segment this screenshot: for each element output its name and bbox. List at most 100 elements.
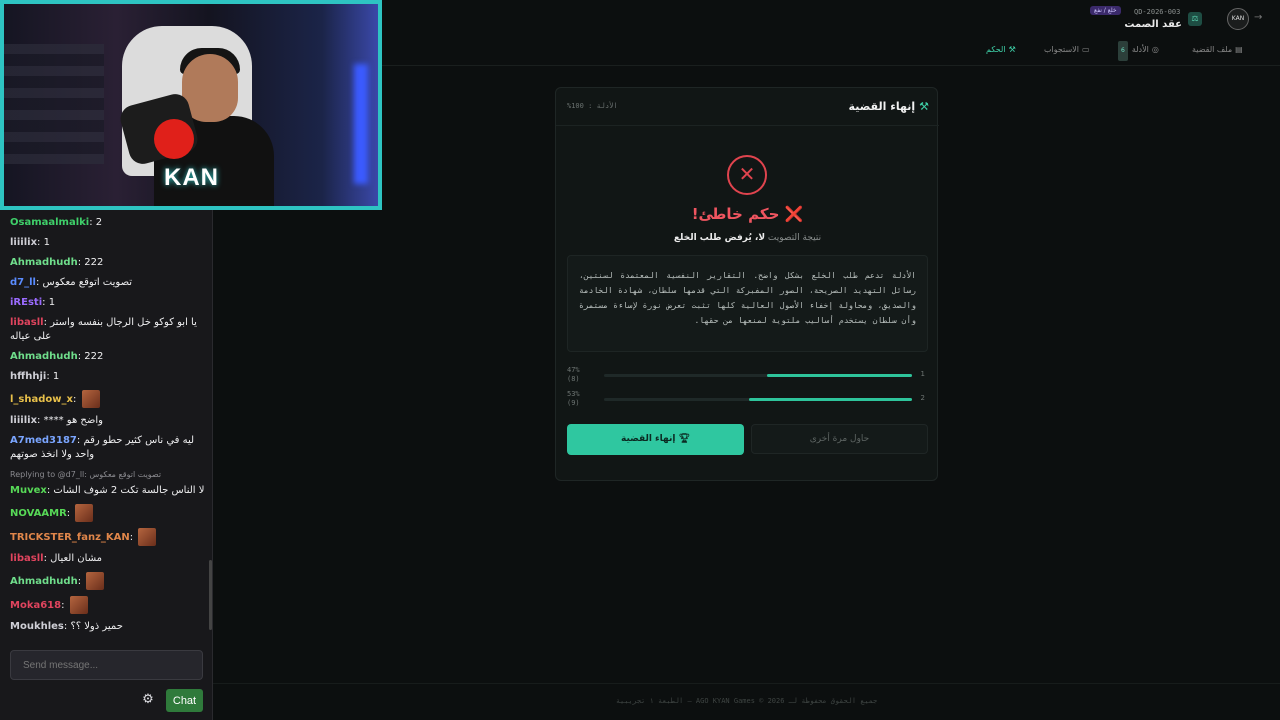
chat-username[interactable]: Ahmadhudh [10,576,78,587]
chat-message: Ahmadhudh: [10,572,207,590]
vote-bar-2: 53% (9) 2 [567,390,925,407]
chat-message: liiilix: 1 [10,236,207,250]
vote-track [604,398,912,401]
reply-context: Replying to @d7_ll: تصويت اتوقع معكوس [10,470,162,479]
chat-message: liiilix: **** واضح هو [10,414,207,428]
chat-username[interactable]: l_shadow_x [10,394,73,405]
chat-text: 1 [43,237,50,248]
retry-button[interactable]: حاول مرة أخرى [751,424,928,454]
chat-message: l_shadow_x: [10,390,207,408]
chat-username[interactable]: Osamaalmalki [10,217,89,228]
emote-icon [86,572,105,590]
app-logo-avatar[interactable]: KAN [1227,8,1249,30]
chat-message-list[interactable]: Osamaalmalki: 2 liiilix: 1 Ahmadhudh: 222 d… [0,212,213,640]
chat-message-input[interactable] [10,650,203,680]
chat-username[interactable]: Ahmadhudh [10,351,78,362]
chat-username[interactable]: liiilix [10,237,37,248]
chat-text: 222 [84,257,104,268]
evidence-progress: الأدلة : 100% [567,102,618,110]
chat-username[interactable]: Moukhles [10,621,64,632]
chat-message: Osamaalmalki: 2 [10,216,207,230]
chat-text: 1 [48,297,56,308]
chat-text: 222 [84,351,104,362]
tab-interrogation[interactable]: ▭الاستجواب [1044,40,1090,66]
file-icon: ▤ [1235,45,1243,54]
chat-text: حمير ذولا ؟؟ [70,621,123,632]
chat-username[interactable]: Muvex [10,485,47,496]
vote-result-value: لا، يُرفض طلب الخلع [673,233,766,243]
chat-username[interactable]: Moka618 [10,600,61,611]
chat-message: Moukhles: حمير ذولا ؟؟ [10,620,207,634]
chat-message: Replying to @d7_ll: تصويت اتوقع معكوس Muv… [10,468,207,498]
tab-evidence[interactable]: ◎الأدلة6 [1118,40,1159,66]
footer-text: جميع الحقوق محفوظة لـ AGO KYAN Games © 2… [615,697,878,705]
chat-username[interactable]: iREsti [10,297,42,308]
stream-logo: KAN [164,164,219,191]
vote-option-number: 2 [920,394,925,402]
chat-username[interactable]: hffhhji [10,371,46,382]
chat-username[interactable]: libasll [10,553,44,564]
card-title: ⚒إنهاء القضية [848,100,929,113]
chat-username[interactable]: TRICKSTER_fanz_KAN [10,532,130,543]
vote-bar-1: 47% (8) 1 [567,366,925,383]
evidence-count-badge: 6 [1118,41,1128,61]
chat-send-button[interactable]: Chat [166,689,203,712]
chat-scrollbar[interactable] [209,560,212,630]
webcam-overlay: KAN [0,0,382,210]
chat-separator: : [129,532,137,543]
gavel-icon: ⚒ [1008,45,1016,54]
verdict-card-header: ⚒إنهاء القضية الأدلة : 100% [556,88,939,126]
chat-text: 1 [52,371,60,382]
vote-fill [767,374,912,377]
chat-separator: : [77,576,85,587]
vote-track [604,374,912,377]
emote-icon [138,528,157,546]
chat-username[interactable]: A7med3187 [10,435,77,446]
verdict-explanation: الأدلة تدعم طلب الخلع بشكل واضح. التقاري… [567,255,928,352]
chat-icon: ▭ [1081,45,1090,54]
vote-fill [748,398,912,401]
chat-message: TRICKSTER_fanz_KAN: [10,528,207,546]
verdict-card: ⚒إنهاء القضية الأدلة : 100% ✕ ❌ حكم خاطئ… [555,87,939,481]
tab-case-file[interactable]: ▤ملف القضية [1192,40,1243,66]
case-id: QD-2026-003 [1134,8,1181,16]
emote-icon [75,504,94,522]
gear-icon[interactable]: ⚙ [141,693,155,707]
chat-message: libasll: مشان العيال [10,552,207,566]
chat-text: تصويت اتوقع معكوس [42,277,133,288]
vote-result: نتيجة التصويت لا، يُرفض طلب الخلع [556,233,939,243]
chat-username[interactable]: d7_ll [10,277,36,288]
chat-separator: : [72,394,80,405]
vote-option-number: 1 [920,370,925,378]
back-arrow-icon[interactable]: → [1254,12,1262,23]
gavel-icon: ⚒ [919,100,929,113]
chat-message: A7med3187: ليه في ناس كثير حطو رقم واحد … [10,434,207,462]
chat-username[interactable]: liiilix [10,415,37,426]
chat-text: مشان العيال [50,553,102,564]
chat-message: Ahmadhudh: 222 [10,350,207,364]
chat-username[interactable]: NOVAAMR [10,508,67,519]
trophy-icon: 🏆︎ [675,434,691,444]
emote-icon [81,390,100,408]
chat-text: **** واضح هو [43,415,103,426]
chat-text: 2 [95,217,103,228]
chat-separator: : [66,508,74,519]
case-title: عقد الصمت [1124,19,1182,30]
end-case-button[interactable]: 🏆︎ إنهاء القضية [567,424,744,455]
fingerprint-icon: ◎ [1151,45,1159,54]
chat-username[interactable]: Ahmadhudh [10,257,78,268]
scales-icon: ⚖ [1188,12,1202,26]
chat-message: NOVAAMR: [10,504,207,522]
chat-separator: : [61,600,68,611]
vote-result-label: نتيجة التصويت [767,233,822,243]
footer-divider [213,683,1280,684]
emote-icon [69,596,88,614]
chat-username[interactable]: libasll [10,317,44,328]
tab-verdict[interactable]: ⚒الحكم [975,40,1027,66]
chat-message: hffhhji: 1 [10,370,207,384]
chat-message: libasll: يا ابو كوكو خل الرجال بنفسه واس… [10,316,207,344]
chat-text: لا الناس جالسة تكت 2 شوف الشات [53,485,205,496]
chat-message: iREsti: 1 [10,296,207,310]
close-circle-icon: ✕ [727,155,767,195]
case-type-badge: خلع / نفع [1090,6,1121,15]
